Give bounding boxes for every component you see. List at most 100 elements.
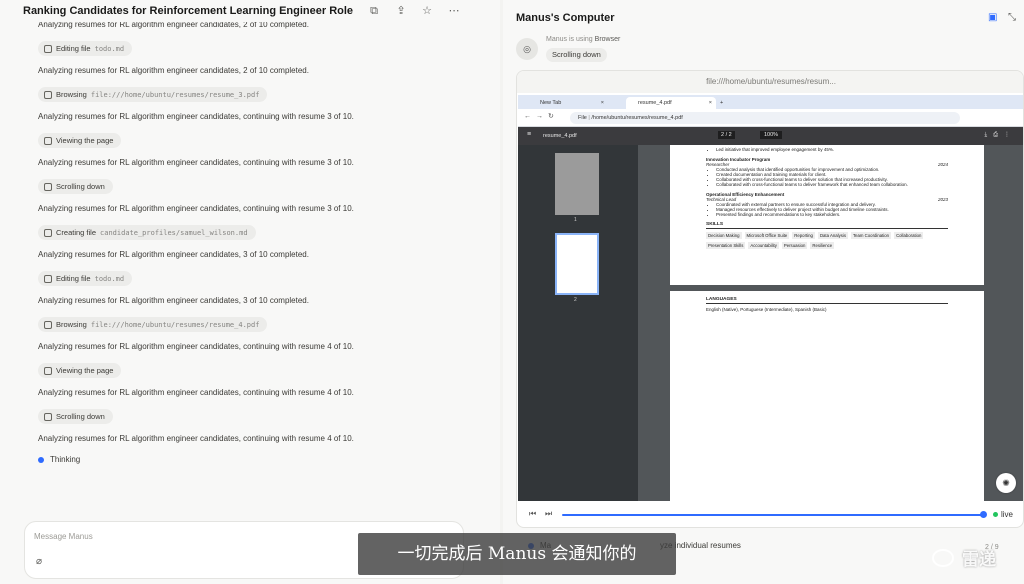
browser-tab-pdf[interactable]: resume_4.pdf ×: [626, 97, 716, 109]
new-tab-icon[interactable]: +: [718, 97, 730, 109]
share-icon[interactable]: ⇪: [394, 4, 408, 18]
tool-action-chip[interactable]: Scrolling down: [38, 179, 113, 194]
tool-action-arg: file:///home/ubuntu/resumes/resume_4.pdf: [90, 320, 260, 329]
chat-message: Analyzing resumes for RL algorithm engin…: [38, 250, 309, 259]
close-icon[interactable]: ×: [709, 97, 712, 109]
pdf-tools[interactable]: ⤓⎙⋮: [985, 131, 1016, 139]
star-icon[interactable]: ☆: [420, 4, 434, 18]
tool-action-chip[interactable]: Creating file candidate_profiles/samuel_w…: [38, 225, 256, 240]
browser-agent-icon: ◎: [516, 38, 538, 60]
chat-message: Analyzing resumes for RL algorithm engin…: [38, 66, 309, 75]
tab-label: resume_4.pdf: [638, 100, 672, 106]
thumbnail-page-1[interactable]: [555, 153, 599, 215]
files-icon[interactable]: ⧉: [367, 4, 381, 18]
globe-icon: [44, 182, 52, 191]
chat-message: Analyzing resumes for RL algorithm engin…: [38, 112, 354, 121]
tool-action-chip[interactable]: Viewing the page: [38, 133, 122, 148]
tool-action-chip[interactable]: Scrolling down: [38, 409, 113, 424]
browser-tab-new[interactable]: New Tab ×: [528, 97, 608, 109]
skip-forward-icon[interactable]: ⏭: [545, 509, 552, 519]
current-action-chip: Scrolling down: [546, 48, 607, 62]
monitor-icon[interactable]: ▣: [988, 12, 997, 23]
browser-tab-strip: New Tab × resume_4.pdf × +: [518, 95, 1023, 109]
collapse-icon[interactable]: ⤡: [1008, 12, 1016, 23]
tool-action-arg: todo.md: [94, 44, 125, 53]
close-icon[interactable]: ×: [601, 97, 604, 109]
live-label: live: [1001, 510, 1014, 519]
thinking-indicator: Thinking: [38, 455, 80, 464]
thumbnail-page-2[interactable]: [555, 233, 599, 295]
live-indicator: live: [993, 510, 1013, 519]
tool-action-arg: todo.md: [94, 274, 125, 283]
resume-bullet: Led initiative that improved employee en…: [716, 147, 948, 152]
thinking-label: Thinking: [50, 455, 81, 464]
edit-icon: [44, 228, 52, 237]
playback-knob[interactable]: [980, 511, 987, 518]
pdf-toolbar: ≡ resume_4.pdf 2 / 2 100% ⤓⎙⋮: [518, 127, 1023, 145]
chat-feed[interactable]: Analyzing resumes for RL algorithm engin…: [0, 16, 500, 496]
pdf-page-indicator[interactable]: 2 / 2: [718, 131, 735, 139]
pdf-filename: resume_4.pdf: [543, 133, 577, 139]
message-input[interactable]: Message Manus: [34, 532, 93, 541]
languages-text: English (Native), Portuguese (Intermedia…: [706, 307, 827, 312]
thumb-number: 1: [574, 217, 577, 223]
globe-icon: [44, 90, 52, 99]
tool-action-label: Editing file: [56, 44, 91, 53]
weibo-logo-icon: [932, 549, 954, 567]
skill-tag: Reporting: [792, 232, 815, 239]
more-icon[interactable]: ⋯: [447, 4, 461, 18]
address-bar[interactable]: File | /home/ubuntu/resumes/resume_4.pdf: [570, 112, 960, 124]
tool-action-label: Scrolling down: [56, 412, 105, 421]
job-year: 2024: [937, 162, 948, 167]
page-total: 2: [728, 132, 732, 138]
computer-screen: file:///home/ubuntu/resumes/resum... New…: [516, 70, 1024, 528]
tool-action-label: Scrolling down: [56, 182, 105, 191]
globe-icon: [44, 366, 52, 375]
skill-tag: Resilience: [810, 242, 835, 249]
attach-icon[interactable]: ⌀: [36, 556, 42, 567]
tool-action-arg: file:///home/ubuntu/resumes/resume_3.pdf: [90, 90, 260, 99]
globe-icon: [44, 320, 52, 329]
skill-tag: Team Coordination: [850, 232, 892, 239]
pdf-viewer[interactable]: 1 2 Led initiative that improved employe…: [518, 145, 1023, 501]
nav-buttons[interactable]: ←→↻: [524, 112, 559, 120]
video-caption: 一切完成后 Manus 会通知你的: [358, 533, 676, 575]
skill-tag: Data Analysis: [817, 232, 848, 239]
edit-icon: [44, 274, 52, 283]
loading-icon: ✺: [996, 473, 1016, 493]
tool-action-chip[interactable]: Browsing file:///home/ubuntu/resumes/resu…: [38, 87, 268, 102]
menu-icon[interactable]: ≡: [527, 131, 531, 138]
browser-window: New Tab × resume_4.pdf × + ←→↻ File | /h…: [518, 95, 1023, 501]
chat-message: Analyzing resumes for RL algorithm engin…: [38, 296, 309, 305]
chat-header: Ranking Candidates for Reinforcement Lea…: [0, 0, 500, 22]
playback-track[interactable]: [562, 514, 982, 516]
browser-toolbar: ←→↻ File | /home/ubuntu/resumes/resume_4…: [518, 109, 1023, 127]
chat-message: Analyzing resumes for RL algorithm engin…: [38, 388, 354, 397]
tool-action-label: Editing file: [56, 274, 91, 283]
computer-title: Manus's Computer: [516, 12, 615, 24]
tool-action-chip[interactable]: Editing file todo.md: [38, 271, 133, 286]
skill-tag: Decision Making: [706, 232, 742, 239]
tool-action-chip[interactable]: Browsing file:///home/ubuntu/resumes/resu…: [38, 317, 268, 332]
using-app: Browser: [594, 36, 621, 43]
skill-tag: Collaboration: [894, 232, 924, 239]
thinking-dot-icon: [38, 456, 44, 463]
pdf-zoom[interactable]: 100%: [760, 131, 783, 139]
pdf-page-1: Led initiative that improved employee en…: [670, 145, 984, 285]
tool-action-chip[interactable]: Viewing the page: [38, 363, 122, 378]
skill-tag: Persuasion: [781, 242, 808, 249]
pdf-page-2: LANGUAGES English (Native), Portuguese (…: [670, 291, 984, 501]
address-scheme: File: [578, 115, 587, 121]
tool-action-chip[interactable]: Editing file todo.md: [38, 41, 133, 56]
live-dot-icon: [993, 512, 998, 517]
app-root: Analyzing resumes for RL algorithm engin…: [0, 0, 1024, 584]
chat-message: Analyzing resumes for RL algorithm engin…: [38, 342, 354, 351]
resume-bullet: Presented findings and recommendations t…: [716, 212, 948, 217]
pdf-thumbnails: 1 2: [518, 145, 638, 501]
chat-pane: Analyzing resumes for RL algorithm engin…: [0, 0, 500, 584]
globe-icon: [44, 412, 52, 421]
watermark-text: 雷递: [962, 550, 996, 569]
skip-back-icon[interactable]: ⏮: [529, 509, 536, 519]
tool-action-arg: candidate_profiles/samuel_wilson.md: [100, 228, 248, 237]
chat-title: Ranking Candidates for Reinforcement Lea…: [23, 5, 354, 17]
